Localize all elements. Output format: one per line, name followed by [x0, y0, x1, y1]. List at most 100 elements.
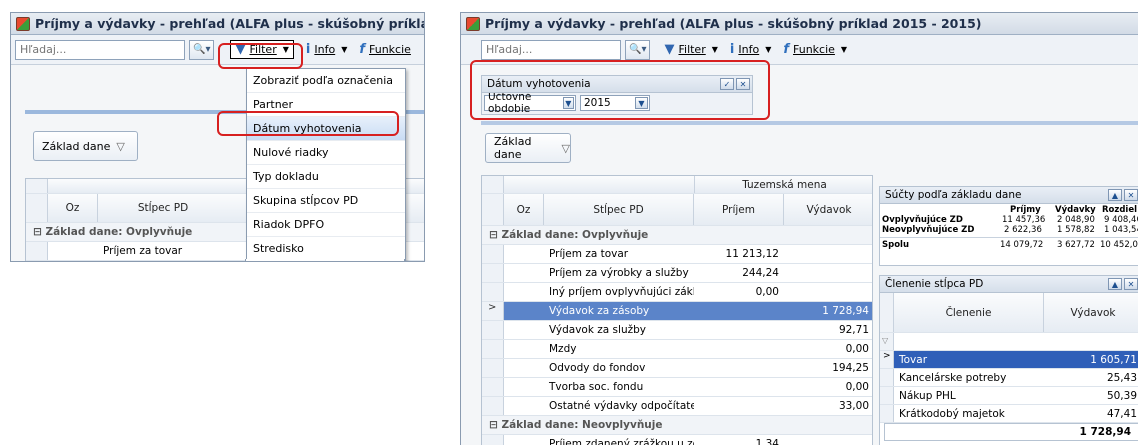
- column-header-stlpec[interactable]: Stĺpec PD: [98, 194, 228, 222]
- table-row[interactable]: Príjem za výrobky a služby 244,24: [482, 264, 872, 283]
- column-header-row: Oz Stĺpec PD Príjem Výdavok: [482, 194, 872, 226]
- funkcie-label: Funkcie: [369, 43, 411, 56]
- row-indicator: [880, 387, 894, 404]
- highlight-menu-item: [217, 111, 399, 136]
- table-row[interactable]: Príjem za tovar 11 213,12: [482, 245, 872, 264]
- band-header: Tuzemská mena: [694, 176, 872, 193]
- menu-item[interactable]: Zobraziť podľa označenia: [247, 69, 405, 93]
- table-row[interactable]: > Výdavok za zásoby 1 728,94: [482, 302, 872, 321]
- row-name: Mzdy: [549, 343, 577, 355]
- right-blue-divider: [481, 121, 1138, 125]
- group-by-label: Základ dane: [494, 135, 532, 161]
- info-icon: i: [729, 42, 735, 57]
- column-header-prijem[interactable]: Príjem: [694, 194, 784, 225]
- clenenie-value: 25,43: [1106, 371, 1137, 384]
- row-prijem: 0,00: [755, 286, 779, 298]
- collapse-up-icon[interactable]: ▲: [1108, 278, 1122, 290]
- row-indicator: [482, 194, 504, 225]
- row-indicator: [482, 321, 504, 339]
- clenenie-name: Tovar: [894, 351, 1044, 368]
- row-prijem: 11 213,12: [725, 248, 779, 260]
- table-row[interactable]: Mzdy 0,00: [482, 340, 872, 359]
- group-by-button[interactable]: Základ dane ▽: [33, 131, 138, 161]
- table-row[interactable]: Ostatné výdavky odpočítateľné od z 33,00: [482, 397, 872, 416]
- chevron-down-icon: ▼: [840, 45, 848, 54]
- collapse-icon[interactable]: ⊟: [33, 226, 45, 238]
- clenenie-row[interactable]: Krátkodobý majetok 47,41: [880, 405, 1138, 423]
- column-header-oz[interactable]: Oz: [504, 194, 544, 225]
- row-vydavok: [784, 264, 872, 282]
- info-button[interactable]: i Info ▼: [730, 42, 771, 57]
- menu-item[interactable]: Nulové riadky: [247, 141, 405, 165]
- menu-item[interactable]: Typ dokladu: [247, 165, 405, 189]
- row-name: Výdavok za služby: [549, 324, 646, 336]
- funkcie-button[interactable]: f Funkcie: [359, 42, 411, 57]
- group-by-button[interactable]: Základ dane ▽: [485, 133, 571, 163]
- function-icon: f: [359, 42, 365, 57]
- row-indicator: [482, 245, 504, 263]
- collapse-icon[interactable]: ⊟: [489, 419, 501, 431]
- table-row[interactable]: Príjem zdanený zrážkou u zdroja 1,34: [482, 435, 872, 445]
- clenenie-header-row: Členenie Výdavok: [880, 293, 1138, 333]
- menu-item[interactable]: Stredisko: [247, 237, 405, 261]
- clenenie-value: 47,41: [1106, 407, 1137, 420]
- info-button[interactable]: i Info ▼: [306, 42, 347, 57]
- row-vydavok: 33,00: [838, 400, 869, 412]
- filter-button[interactable]: ▼ Filter ▼: [664, 42, 717, 57]
- sums-value: 2 048,90: [1057, 215, 1095, 225]
- search-input[interactable]: [15, 39, 185, 60]
- group-row[interactable]: ⊟ Základ dane: Neovplyvňuje: [482, 416, 872, 435]
- row-indicator: [26, 194, 48, 222]
- clenenie-total: 1 728,94: [1079, 426, 1131, 438]
- table-row[interactable]: Tvorba soc. fondu 0,00: [482, 378, 872, 397]
- row-name: Tvorba soc. fondu: [549, 381, 644, 393]
- highlight-filter-button: [218, 43, 303, 69]
- table-row[interactable]: Odvody do fondov 194,25: [482, 359, 872, 378]
- group-by-label: Základ dane: [42, 139, 111, 153]
- column-header-clenenie[interactable]: Členenie: [894, 293, 1044, 332]
- collapse-icon[interactable]: ⊟: [489, 229, 501, 241]
- search-input[interactable]: [481, 39, 621, 60]
- column-header-vydavok[interactable]: Výdavok: [784, 194, 872, 225]
- table-row[interactable]: Výdavok za služby 92,71: [482, 321, 872, 340]
- filter-label: Filter: [678, 43, 706, 56]
- close-icon[interactable]: ✕: [1124, 189, 1138, 201]
- clenenie-value: 1 605,71: [1044, 351, 1138, 368]
- sums-label: Spolu: [882, 240, 910, 250]
- sums-value: 14 079,72: [1000, 240, 1044, 250]
- clenenie-filter-row[interactable]: ▽: [880, 333, 1138, 351]
- window-title: Príjmy a výdavky - prehľad (ALFA plus - …: [485, 16, 982, 31]
- clenenie-row[interactable]: Nákup PHL 50,39: [880, 387, 1138, 405]
- search-button[interactable]: 🔍▾: [189, 39, 215, 60]
- funkcie-label: Funkcie: [793, 43, 835, 56]
- info-icon: i: [305, 42, 311, 57]
- row-name: Ostatné výdavky odpočítateľné od z: [549, 400, 694, 412]
- sums-panel: Súčty podľa základu dane ▲ ✕ Príjmy Výdav…: [879, 186, 1138, 266]
- group-row[interactable]: ⊟ Základ dane: Ovplyvňuje: [482, 226, 872, 245]
- row-indicator: [482, 397, 504, 415]
- clenenie-row[interactable]: Kancelárske potreby 25,43: [880, 369, 1138, 387]
- menu-item[interactable]: Skupina stĺpcov PD: [247, 189, 405, 213]
- row-vydavok: [784, 283, 872, 301]
- collapse-up-icon[interactable]: ▲: [1108, 189, 1122, 201]
- close-icon[interactable]: ✕: [1124, 278, 1138, 290]
- row-prijem: [694, 302, 784, 320]
- funnel-icon: ▼: [664, 42, 675, 57]
- search-button[interactable]: 🔍▾: [625, 39, 651, 60]
- sums-value: 3 627,72: [1057, 240, 1095, 250]
- row-vydavok: 0,00: [845, 381, 869, 393]
- clenenie-total-box: 1 728,94: [884, 423, 1138, 441]
- table-row[interactable]: Iný príjem ovplyvňujúci základ dane 0,00: [482, 283, 872, 302]
- menu-item[interactable]: Riadok DPFO: [247, 213, 405, 237]
- clenenie-value: 50,39: [1106, 389, 1137, 402]
- column-header-oz[interactable]: Oz: [48, 194, 98, 222]
- column-header-vydavok[interactable]: Výdavok: [1044, 293, 1138, 332]
- clenenie-row[interactable]: > Tovar 1 605,71: [880, 351, 1138, 369]
- column-header-stlpec[interactable]: Stĺpec PD: [544, 194, 694, 225]
- funkcie-button[interactable]: f Funkcie ▼: [783, 42, 847, 57]
- sums-value: 1 043,54: [1104, 225, 1138, 235]
- search-icon: 🔍▾: [193, 44, 211, 55]
- filter-menu: Zobraziť podľa označenia Partner Dátum v…: [246, 68, 406, 261]
- sums-title-bar: Súčty podľa základu dane ▲ ✕: [880, 187, 1138, 204]
- row-indicator: [26, 242, 48, 260]
